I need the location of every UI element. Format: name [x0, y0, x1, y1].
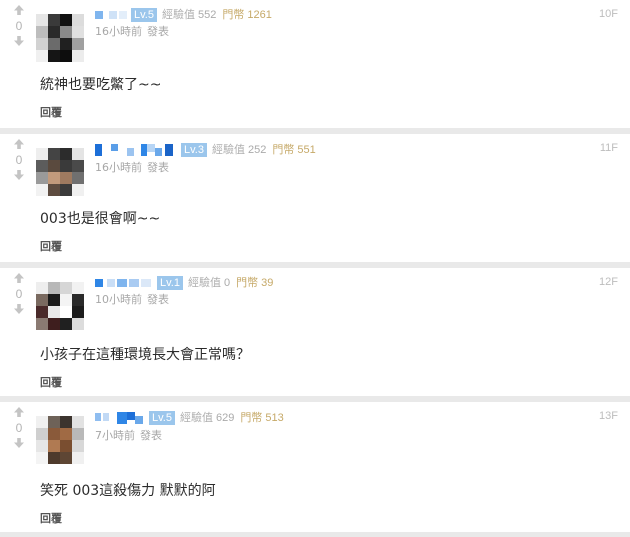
exp-label: 經驗值 — [211, 143, 245, 156]
floor-number: 11F — [599, 142, 618, 154]
avatar[interactable] — [36, 14, 84, 62]
floor-number: 13F — [599, 410, 618, 422]
coin-label: 門幣 — [236, 276, 259, 289]
level-badge: Lv.5 — [149, 411, 175, 425]
post-time: 16小時前 發表 — [95, 161, 316, 175]
comment-text: 笑死 003這殺傷力 默默的阿 — [40, 483, 216, 499]
username[interactable] — [95, 142, 177, 158]
comment-meta: Lv.5 經驗值 629 門幣 513 7小時前 發表 — [95, 410, 284, 443]
comment-text: 003也是很會啊~~ — [40, 211, 161, 227]
arrow-up-icon[interactable] — [13, 138, 25, 150]
exp-label: 經驗值 — [187, 276, 221, 289]
comment-card: 13F 0 Lv.5 經驗值 629 門幣 513 7小時前 發表 笑死 003… — [0, 402, 630, 532]
exp-label: 經驗值 — [179, 411, 213, 424]
post-action: 發表 — [140, 429, 162, 442]
coin-label: 門幣 — [222, 8, 245, 21]
post-action: 發表 — [147, 293, 169, 306]
reply-button[interactable]: 回覆 — [40, 374, 62, 390]
post-action: 發表 — [147, 25, 169, 38]
exp-value: 552 — [197, 9, 217, 21]
vote-control: 0 — [10, 4, 28, 47]
avatar[interactable] — [36, 148, 84, 196]
arrow-down-icon[interactable] — [13, 303, 25, 315]
floor-number: 12F — [599, 276, 618, 288]
coin-value: 513 — [265, 412, 284, 424]
arrow-up-icon[interactable] — [13, 406, 25, 418]
arrow-down-icon[interactable] — [13, 169, 25, 181]
comment-meta: Lv.1 經驗值 0 門幣 39 10小時前 發表 — [95, 276, 273, 307]
level-badge: Lv.1 — [157, 276, 183, 290]
arrow-down-icon[interactable] — [13, 437, 25, 449]
coin-value: 551 — [297, 144, 316, 156]
coin-label: 門幣 — [240, 411, 263, 424]
coin-value: 1261 — [247, 9, 272, 21]
exp-value: 629 — [215, 412, 235, 424]
vote-control: 0 — [10, 406, 28, 449]
level-badge: Lv.5 — [131, 8, 157, 22]
floor-number: 10F — [599, 8, 618, 20]
post-time-ago: 7小時前 — [95, 429, 135, 442]
coin-label: 門幣 — [272, 143, 295, 156]
level-badge: Lv.3 — [181, 143, 207, 157]
reply-button[interactable]: 回覆 — [40, 510, 62, 526]
vote-count: 0 — [15, 153, 23, 167]
arrow-up-icon[interactable] — [13, 4, 25, 16]
post-time: 10小時前 發表 — [95, 293, 273, 307]
comment-text: 統神也要吃鱉了~~ — [40, 77, 162, 93]
post-time: 7小時前 發表 — [95, 429, 284, 443]
post-time-ago: 10小時前 — [95, 293, 142, 306]
post-time-ago: 16小時前 — [95, 25, 142, 38]
exp-label: 經驗值 — [161, 8, 195, 21]
username[interactable] — [95, 8, 127, 22]
comment-card: 11F 0 Lv.3 經驗值 252 門幣 551 16小時前 發表 003也是… — [0, 134, 630, 262]
post-action: 發表 — [147, 161, 169, 174]
exp-value: 252 — [247, 144, 267, 156]
exp-value: 0 — [223, 277, 231, 289]
comment-card: 12F 0 Lv.1 經驗值 0 門幣 39 10小時前 發表 小孩子在這種環境… — [0, 268, 630, 396]
post-time: 16小時前 發表 — [95, 25, 272, 39]
comment-text: 小孩子在這種環境長大會正常嗎？ — [40, 347, 250, 363]
username[interactable] — [95, 410, 145, 426]
reply-button[interactable]: 回覆 — [40, 104, 62, 120]
username[interactable] — [95, 276, 153, 290]
vote-control: 0 — [10, 138, 28, 181]
reply-button[interactable]: 回覆 — [40, 238, 62, 254]
avatar[interactable] — [36, 416, 84, 464]
vote-count: 0 — [15, 421, 23, 435]
arrow-up-icon[interactable] — [13, 272, 25, 284]
comment-meta: Lv.3 經驗值 252 門幣 551 16小時前 發表 — [95, 142, 316, 175]
comment-card: 10F 0 Lv.5 經驗值 552 門幣 1261 16小時前 發表 統神也要… — [0, 0, 630, 128]
arrow-down-icon[interactable] — [13, 35, 25, 47]
vote-control: 0 — [10, 272, 28, 315]
vote-count: 0 — [15, 287, 23, 301]
coin-value: 39 — [261, 277, 274, 289]
comment-meta: Lv.5 經驗值 552 門幣 1261 16小時前 發表 — [95, 8, 272, 39]
post-time-ago: 16小時前 — [95, 161, 142, 174]
avatar[interactable] — [36, 282, 84, 330]
vote-count: 0 — [15, 19, 23, 33]
